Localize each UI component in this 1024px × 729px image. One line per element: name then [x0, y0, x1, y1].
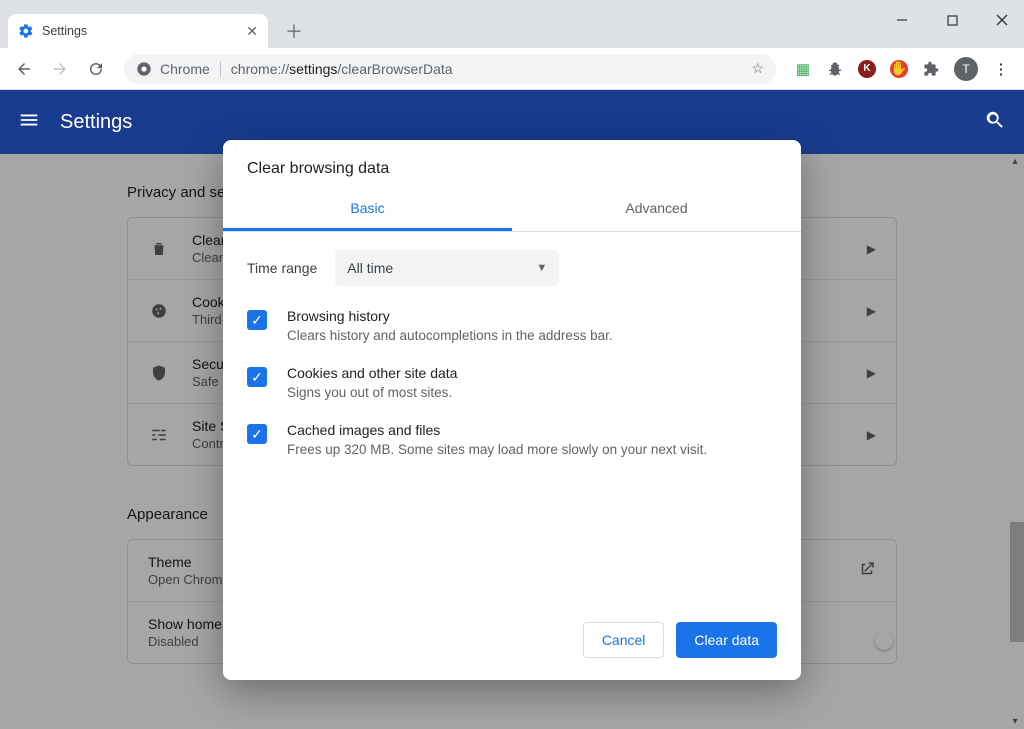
- chrome-menu-button[interactable]: ⋮: [992, 60, 1010, 78]
- tab-close-button[interactable]: ✕: [246, 23, 258, 40]
- dialog-actions: Cancel Clear data: [223, 608, 801, 680]
- back-button[interactable]: [8, 53, 40, 85]
- option-title: Browsing history: [287, 308, 613, 324]
- tab-advanced[interactable]: Advanced: [512, 188, 801, 231]
- window-controls: [888, 6, 1016, 34]
- tab-title: Settings: [42, 24, 87, 38]
- option-sub: Signs you out of most sites.: [287, 385, 457, 400]
- checkbox-browsing-history[interactable]: ✓: [247, 310, 267, 330]
- omnibox[interactable]: Chrome chrome://settings/clearBrowserDat…: [124, 54, 776, 84]
- maximize-button[interactable]: [938, 6, 966, 34]
- titlebar: [0, 0, 1024, 10]
- hamburger-menu-button[interactable]: [18, 109, 42, 136]
- time-range-value: All time: [347, 260, 393, 276]
- option-sub: Frees up 320 MB. Some sites may load mor…: [287, 442, 707, 457]
- option-cookies: ✓ Cookies and other site data Signs you …: [247, 365, 777, 400]
- close-window-button[interactable]: [988, 6, 1016, 34]
- tab-basic[interactable]: Basic: [223, 188, 512, 231]
- search-button[interactable]: [984, 109, 1006, 136]
- dialog-tabs: Basic Advanced: [223, 188, 801, 232]
- omnibox-url-dark: settings: [289, 61, 337, 77]
- extension-icon-k[interactable]: K: [858, 60, 876, 78]
- dialog-body: Time range All time ▼ ✓ Browsing history…: [223, 232, 801, 608]
- extension-icon-1[interactable]: ▦: [794, 60, 812, 78]
- option-browsing-history: ✓ Browsing history Clears history and au…: [247, 308, 777, 343]
- app-title: Settings: [60, 111, 132, 134]
- tab-settings[interactable]: Settings ✕: [8, 14, 268, 48]
- bookmark-star-icon[interactable]: ☆: [751, 60, 764, 77]
- new-tab-button[interactable]: ＋: [280, 17, 308, 45]
- cancel-button[interactable]: Cancel: [583, 622, 665, 658]
- forward-button[interactable]: [44, 53, 76, 85]
- option-title: Cached images and files: [287, 422, 707, 438]
- option-cache: ✓ Cached images and files Frees up 320 M…: [247, 422, 777, 457]
- time-range-select[interactable]: All time ▼: [335, 250, 559, 286]
- chevron-down-icon: ▼: [536, 262, 547, 274]
- tab-strip: Settings ✕ ＋: [0, 10, 1024, 48]
- reload-button[interactable]: [80, 53, 112, 85]
- omnibox-chip: Chrome: [136, 61, 221, 77]
- dialog-title: Clear browsing data: [223, 140, 801, 188]
- option-title: Cookies and other site data: [287, 365, 457, 381]
- extensions-puzzle-icon[interactable]: [922, 60, 940, 78]
- minimize-button[interactable]: [888, 6, 916, 34]
- omnibox-url-suffix: /clearBrowserData: [337, 61, 452, 77]
- extension-icon-adblock[interactable]: ✋: [890, 60, 908, 78]
- clear-data-button[interactable]: Clear data: [676, 622, 777, 658]
- profile-avatar[interactable]: T: [954, 57, 978, 81]
- gear-icon: [18, 23, 34, 39]
- chrome-icon: [136, 61, 152, 77]
- time-range-label: Time range: [247, 260, 317, 276]
- option-sub: Clears history and autocompletions in th…: [287, 328, 613, 343]
- browser-toolbar: Chrome chrome://settings/clearBrowserDat…: [0, 48, 1024, 90]
- checkbox-cache[interactable]: ✓: [247, 424, 267, 444]
- extension-icon-bug[interactable]: [826, 60, 844, 78]
- omnibox-chip-label: Chrome: [160, 61, 210, 77]
- clear-data-dialog: Clear browsing data Basic Advanced Time …: [223, 140, 801, 680]
- extension-icons: ▦ K ✋ T ⋮: [788, 57, 1016, 81]
- omnibox-url-prefix: chrome://: [231, 61, 289, 77]
- checkbox-cookies[interactable]: ✓: [247, 367, 267, 387]
